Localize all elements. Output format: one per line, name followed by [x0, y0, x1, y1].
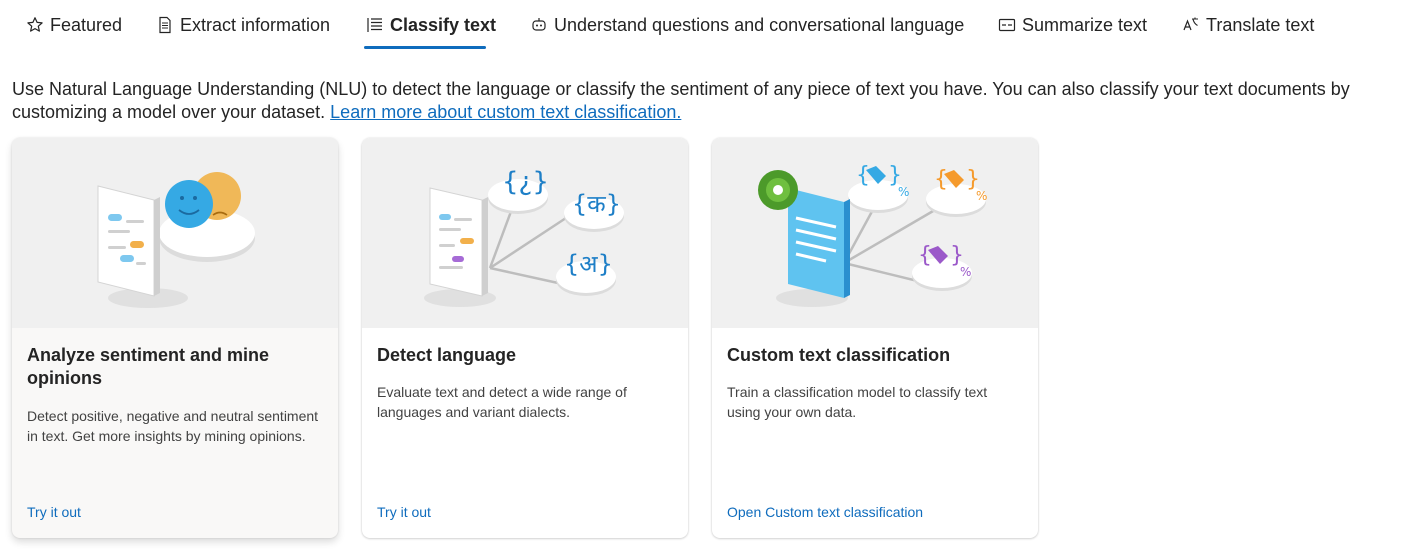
tab-label: Classify text [390, 14, 497, 35]
svg-text:%: % [898, 185, 909, 199]
tab-label: Summarize text [1022, 14, 1148, 35]
tab-featured[interactable]: Featured [26, 0, 122, 50]
list-icon [366, 16, 384, 34]
tab-bar: Featured Extract information Classify te… [0, 0, 1416, 52]
tab-summarize-text[interactable]: Summarize text [998, 0, 1147, 50]
document-icon [156, 16, 174, 34]
card-detect-language[interactable]: {¿} {क} {अ} Detect language Evaluate tex… [362, 138, 688, 538]
tab-label: Featured [50, 14, 123, 35]
tab-label: Extract information [180, 14, 331, 35]
svg-text:%: % [976, 189, 987, 203]
text-box-icon [998, 16, 1016, 34]
language-illustration: {¿} {क} {अ} [362, 138, 688, 328]
star-icon [26, 16, 44, 34]
card-title: Custom text classification [727, 345, 951, 365]
tab-extract-information[interactable]: Extract information [156, 0, 330, 50]
svg-text:{: { [918, 243, 932, 268]
tab-label: Understand questions and conversational … [554, 14, 965, 35]
try-it-out-link[interactable]: Try it out [377, 504, 431, 520]
card-analyze-sentiment[interactable]: Analyze sentiment and mine opinions Dete… [12, 138, 338, 538]
svg-text:{: { [856, 163, 870, 188]
svg-text:%: % [960, 265, 971, 279]
try-it-out-link[interactable]: Try it out [27, 504, 81, 520]
card-custom-text-classification[interactable]: { } % { } % { } % Custom text classifica… [712, 138, 1038, 538]
card-title: Detect language [377, 345, 517, 365]
bot-icon [530, 16, 548, 34]
open-custom-text-classification-link[interactable]: Open Custom text classification [727, 504, 923, 520]
tab-classify-text[interactable]: Classify text [366, 0, 496, 50]
translate-icon [1182, 16, 1200, 34]
card-body: Train a classification model to classify… [727, 384, 988, 420]
tab-understand-questions[interactable]: Understand questions and conversational … [530, 0, 964, 50]
card-body: Detect positive, negative and neutral se… [27, 408, 319, 444]
classification-illustration: { } % { } % { } % [712, 138, 1038, 328]
svg-text:{क}: {क} [572, 190, 621, 218]
svg-text:{¿}: {¿} [502, 167, 549, 197]
svg-text:{: { [934, 167, 948, 192]
sentiment-illustration [12, 138, 338, 328]
svg-text:{अ}: {अ} [564, 250, 613, 278]
active-tab-indicator [364, 46, 486, 49]
tab-translate-text[interactable]: Translate text [1182, 0, 1314, 50]
card-body: Evaluate text and detect a wide range of… [377, 384, 627, 420]
card-title: Analyze sentiment and mine opinions [27, 345, 270, 388]
tab-label: Translate text [1206, 14, 1315, 35]
learn-more-link[interactable]: Learn more about custom text classificat… [330, 102, 681, 122]
page-description: Use Natural Language Understanding (NLU)… [12, 78, 1416, 124]
